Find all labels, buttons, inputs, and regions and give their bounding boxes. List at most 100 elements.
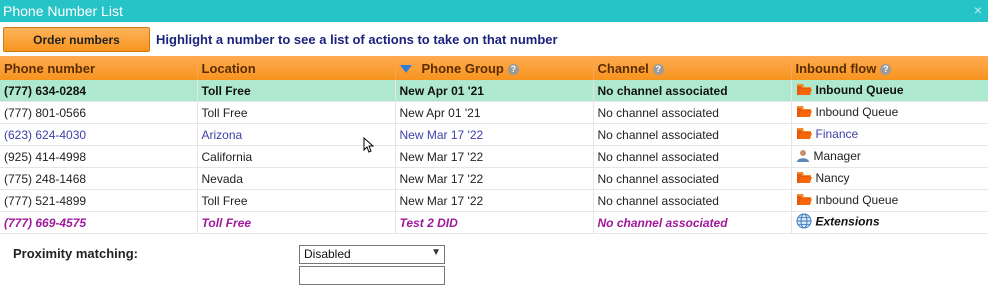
cell-phone-group[interactable]: New Mar 17 '22 [395, 189, 594, 212]
column-header-channel[interactable]: Channel? [593, 56, 792, 80]
column-header-inbound-flow[interactable]: Inbound flow? [791, 56, 988, 80]
cell-location-text: Toll Free [201, 105, 248, 120]
proximity-matching-label: Proximity matching: [13, 246, 138, 261]
folder-icon [796, 83, 812, 99]
cell-channel-text: No channel associated [597, 83, 728, 98]
window-titlebar: Phone Number List × [0, 0, 988, 22]
cell-phone-number[interactable]: (775) 248-1468 [0, 167, 198, 190]
cell-location-text: Arizona [201, 127, 243, 142]
cell-phone-number-text: (777) 801-0566 [4, 105, 87, 120]
column-label: Channel [597, 60, 649, 76]
cell-inbound-flow[interactable]: Inbound Queue [791, 101, 988, 124]
second-setting-select[interactable] [299, 266, 445, 285]
cell-inbound-flow[interactable]: Finance [791, 123, 988, 146]
phone-number-table: Phone number Location Phone Group? Chann… [0, 56, 988, 234]
help-icon[interactable]: ? [880, 63, 892, 75]
cell-phone-group-text: New Mar 17 '22 [399, 149, 484, 164]
help-icon[interactable]: ? [652, 63, 664, 75]
cell-phone-group-text: New Apr 01 '21 [399, 83, 484, 98]
table-row[interactable]: (777) 634-0284 Toll Free New Apr 01 '21 No … [0, 80, 988, 102]
column-header-phone-number[interactable]: Phone number [0, 56, 198, 80]
cell-channel-text: No channel associated [597, 171, 719, 186]
cell-inbound-flow-text: Nancy [815, 170, 850, 185]
column-header-location[interactable]: Location [197, 56, 396, 80]
cell-inbound-flow-text: Finance [815, 126, 859, 141]
cell-inbound-flow[interactable]: Manager [791, 145, 988, 168]
cell-channel[interactable]: No channel associated [593, 101, 792, 124]
column-header-phone-group[interactable]: Phone Group? [395, 56, 594, 80]
cell-phone-group[interactable]: New Mar 17 '22 [395, 123, 594, 146]
proximity-matching-select[interactable]: Disabled ▼ [299, 245, 445, 264]
cell-inbound-flow[interactable]: Nancy [791, 167, 988, 190]
window-title: Phone Number List [3, 3, 123, 19]
cell-location[interactable]: Nevada [197, 167, 396, 190]
cell-phone-group-text: Test 2 DID [399, 215, 458, 230]
cell-phone-number-text: (775) 248-1468 [4, 171, 87, 186]
cell-phone-group[interactable]: New Apr 01 '21 [395, 101, 594, 124]
cell-phone-number[interactable]: (777) 634-0284 [0, 80, 198, 102]
cell-channel[interactable]: No channel associated [593, 211, 792, 234]
chevron-down-icon: ▼ [431, 247, 441, 258]
cell-phone-number-text: (777) 669-4575 [4, 215, 87, 230]
instruction-text: Highlight a number to see a list of acti… [156, 32, 558, 47]
column-label: Phone Group [421, 60, 504, 76]
cell-channel[interactable]: No channel associated [593, 189, 792, 212]
cell-channel[interactable]: No channel associated [593, 167, 792, 190]
cell-inbound-flow-text: Inbound Queue [815, 192, 899, 207]
cell-inbound-flow-text: Manager [813, 148, 861, 163]
cell-inbound-flow-text: Inbound Queue [815, 104, 899, 119]
cell-phone-group-text: New Mar 17 '22 [399, 193, 484, 208]
cell-phone-number[interactable]: (623) 624-4030 [0, 123, 198, 146]
cell-phone-number[interactable]: (777) 669-4575 [0, 211, 198, 234]
cell-location[interactable]: Toll Free [197, 189, 396, 212]
cell-phone-number-text: (777) 634-0284 [4, 83, 87, 98]
cell-inbound-flow-text: Extensions [815, 214, 880, 229]
cell-channel[interactable]: No channel associated [593, 123, 792, 146]
column-label: Location [201, 60, 256, 76]
cell-inbound-flow[interactable]: Extensions [791, 211, 988, 234]
sort-descending-icon [399, 65, 412, 74]
cell-location[interactable]: Toll Free [197, 80, 396, 102]
cell-channel-text: No channel associated [597, 127, 719, 142]
mouse-cursor-icon [363, 137, 374, 153]
proximity-matching-value: Disabled [304, 247, 351, 261]
folder-icon [796, 193, 812, 209]
cell-location-text: Nevada [201, 171, 243, 186]
table-row[interactable]: (925) 414-4998 California New Mar 17 '22 No… [0, 145, 988, 168]
cell-channel-text: No channel associated [597, 149, 719, 164]
table-header-row: Phone number Location Phone Group? Chann… [0, 56, 988, 80]
close-icon[interactable]: × [974, 2, 982, 18]
folder-icon [796, 105, 812, 121]
cell-channel-text: No channel associated [597, 215, 728, 230]
table-row[interactable]: (777) 521-4899 Toll Free New Mar 17 '22 No … [0, 189, 988, 212]
cell-phone-group[interactable]: New Apr 01 '21 [395, 80, 594, 102]
cell-phone-number[interactable]: (777) 801-0566 [0, 101, 198, 124]
column-label: Phone number [4, 60, 96, 76]
order-numbers-button[interactable]: Order numbers [3, 27, 150, 52]
table-row[interactable]: (775) 248-1468 Nevada New Mar 17 '22 No cha… [0, 167, 988, 190]
cell-channel[interactable]: No channel associated [593, 80, 792, 102]
cell-location[interactable]: Toll Free [197, 101, 396, 124]
cell-phone-number[interactable]: (925) 414-4998 [0, 145, 198, 168]
cell-channel-text: No channel associated [597, 105, 719, 120]
cell-phone-group-text: New Mar 17 '22 [399, 127, 484, 142]
table-row[interactable]: (777) 801-0566 Toll Free New Apr 01 '21 No … [0, 101, 988, 124]
help-icon[interactable]: ? [507, 63, 519, 75]
folder-icon [796, 171, 812, 187]
cell-phone-number[interactable]: (777) 521-4899 [0, 189, 198, 212]
cell-phone-group-text: New Mar 17 '22 [399, 171, 484, 186]
table-row[interactable]: (777) 669-4575 Toll Free Test 2 DID No chan… [0, 211, 988, 234]
cell-inbound-flow[interactable]: Inbound Queue [791, 80, 988, 102]
cell-inbound-flow[interactable]: Inbound Queue [791, 189, 988, 212]
table-row[interactable]: (623) 624-4030 Arizona New Mar 17 '22 No ch… [0, 123, 988, 146]
cell-phone-group[interactable]: New Mar 17 '22 [395, 145, 594, 168]
cell-channel[interactable]: No channel associated [593, 145, 792, 168]
cell-phone-group-text: New Apr 01 '21 [399, 105, 481, 120]
cell-phone-group[interactable]: New Mar 17 '22 [395, 167, 594, 190]
cell-location[interactable]: Toll Free [197, 211, 396, 234]
cell-channel-text: No channel associated [597, 193, 719, 208]
globe-icon [796, 213, 812, 232]
cell-location-text: Toll Free [201, 215, 252, 230]
cell-phone-number-text: (623) 624-4030 [4, 127, 87, 142]
cell-phone-group[interactable]: Test 2 DID [395, 211, 594, 234]
